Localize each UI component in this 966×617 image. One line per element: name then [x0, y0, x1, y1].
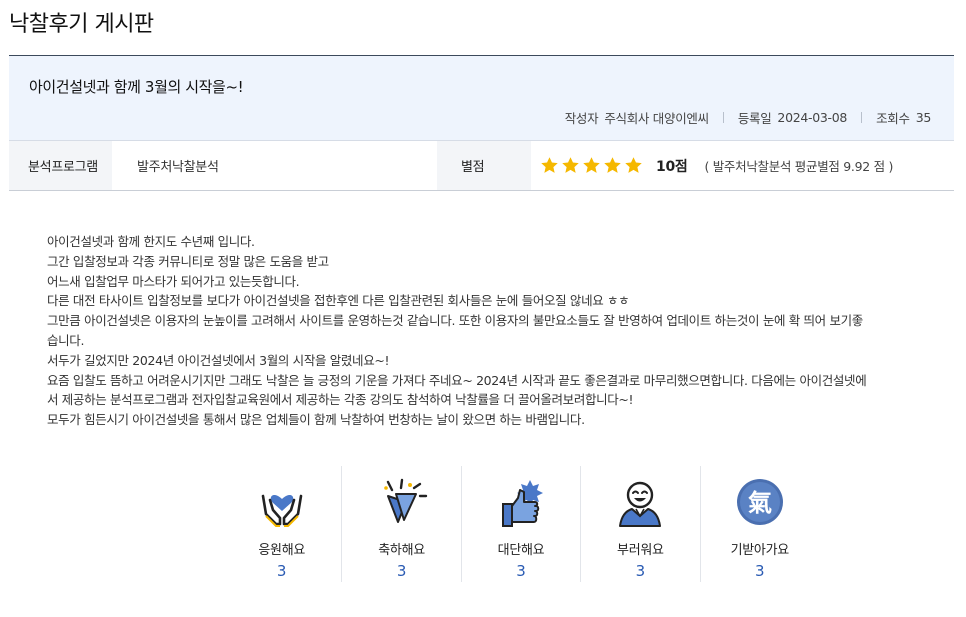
- post-meta: 작성자 주식회사 대양이엔씨 등록일 2024-03-08 조회수 35: [564, 108, 932, 127]
- content-line: 요즘 입찰도 뜸하고 어려운시기지만 그래도 낙찰은 늘 긍정의 기운을 가져다…: [47, 372, 867, 388]
- content-line: 다른 대전 타사이트 입찰정보를 보다가 아이건설넷을 접한후엔 다른 입찰관련…: [47, 293, 630, 309]
- star-icon: [583, 157, 600, 173]
- views-label: 조회수: [876, 111, 910, 126]
- svg-text:氣: 氣: [748, 489, 772, 517]
- reaction-amazing-button[interactable]: 대단해요 3: [460, 466, 580, 582]
- content-line: 그만큼 아이건설넷은 이용자의 눈높이를 고려해서 사이트를 운영하는것 같습니…: [47, 313, 863, 329]
- date-label: 등록일: [737, 111, 772, 126]
- post-title: 아이건설넷과 함께 3월의 시작을~!: [29, 78, 244, 96]
- rating-value: 10점 ( 발주처낙찰분석 평균별점 9.92 점 ): [531, 141, 954, 190]
- page-title: 낙찰후기 게시판: [9, 12, 154, 37]
- star-icon: [562, 157, 579, 173]
- reaction-label: 응원해요: [258, 543, 306, 558]
- post-header: 아이건설넷과 함께 3월의 시작을~! 작성자 주식회사 대양이엔씨 등록일 2…: [9, 55, 954, 141]
- reaction-count: 3: [635, 562, 646, 580]
- reaction-celebrate-button[interactable]: 축하해요 3: [341, 466, 460, 582]
- average-rating: ( 발주처낙찰분석 평균별점 9.92 점 ): [704, 159, 894, 174]
- content-line: 습니다.: [47, 332, 85, 348]
- content-line: 서 제공하는 분석프로그램과 전자입찰교육원에서 제공하는 각종 강의도 참석하…: [47, 392, 634, 408]
- energy-gi-icon: 氣: [736, 479, 783, 525]
- meta-divider: [861, 112, 863, 123]
- reaction-label: 축하해요: [378, 543, 425, 558]
- content-line: 그간 입찰정보과 각종 커뮤니티로 정말 많은 도움을 받고: [47, 253, 329, 269]
- program-value: 발주처낙찰분석: [137, 160, 219, 175]
- envy-person-icon: [619, 481, 662, 527]
- author-label: 작성자: [564, 111, 599, 126]
- reaction-label: 부러워요: [617, 543, 664, 558]
- views-value: 35: [915, 110, 932, 125]
- reaction-count: 3: [276, 562, 287, 580]
- star-icon: [625, 157, 642, 173]
- reaction-count: 3: [516, 562, 526, 580]
- reaction-bar: 응원해요 3 축하해요 3 대단해요 3 부러워요 3 氣 기받아가요 3: [222, 466, 819, 582]
- content-line: 아이건설넷과 함께 한지도 수년째 입니다.: [47, 234, 255, 249]
- info-row: 분석프로그램 발주처낙찰분석 별점 10점 ( 발주처낙찰분석 평균별점 9.9…: [9, 141, 954, 191]
- meta-divider: [722, 112, 724, 123]
- author-value: 주식회사 대양이엔씨: [604, 111, 709, 126]
- post-content: 아이건설넷과 함께 한지도 수년째 입니다. 그간 입찰정보과 각종 커뮤니티로 …: [47, 232, 927, 430]
- reaction-cheer-button[interactable]: 응원해요 3: [222, 466, 341, 582]
- cheer-hands-heart-icon: [261, 494, 302, 527]
- reaction-envy-button[interactable]: 부러워요 3: [580, 466, 699, 582]
- reaction-label: 대단해요: [497, 543, 545, 558]
- thumbs-up-icon: [501, 480, 543, 527]
- star-icon: [604, 157, 621, 173]
- celebrate-party-icon: [383, 478, 427, 523]
- content-line: 어느새 입찰업무 마스타가 되어가고 있는듯합니다.: [47, 273, 300, 289]
- content-line: 서두가 길었지만 2024년 아이건설넷에서 3월의 시작을 알렸네요~!: [47, 352, 390, 368]
- reaction-label: 기받아가요: [730, 543, 790, 558]
- content-line: 모두가 힘든시기 아이건설넷을 통해서 많은 업체들이 함께 낙찰하여 번창하는…: [47, 412, 585, 428]
- program-label: 분석프로그램: [9, 141, 112, 190]
- reaction-count: 3: [396, 562, 407, 580]
- date-value: 2024-03-08: [777, 110, 848, 125]
- star-icon: [541, 157, 558, 173]
- rating-score: 10점: [656, 158, 688, 175]
- reaction-energy-button[interactable]: 氣 기받아가요 3: [699, 466, 819, 582]
- star-rating: [540, 156, 643, 175]
- reaction-count: 3: [754, 562, 765, 580]
- rating-label: 별점: [437, 141, 531, 190]
